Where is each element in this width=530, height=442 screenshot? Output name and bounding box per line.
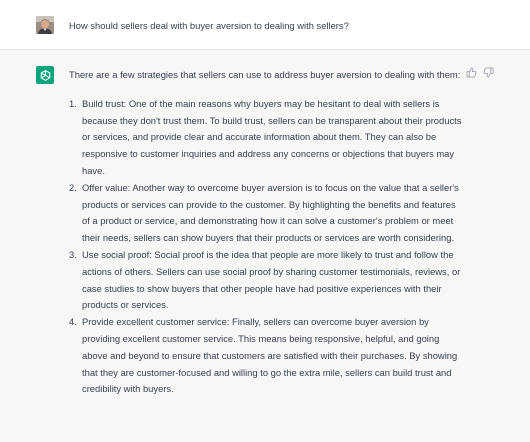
list-item-text: Build trust: One of the main reasons why… (82, 97, 462, 176)
strategy-list: 1. Build trust: One of the main reasons … (69, 96, 464, 398)
thumbs-down-icon[interactable] (483, 67, 494, 78)
list-item-number: 3. (69, 248, 77, 260)
list-item-text: Use social proof: Social proof is the id… (82, 248, 461, 311)
thumbs-up-icon[interactable] (466, 67, 477, 78)
list-item: 3. Use social proof: Social proof is the… (69, 247, 464, 314)
list-item-number: 2. (69, 181, 77, 193)
list-item-text: Provide excellent customer service: Fina… (82, 316, 458, 395)
list-item-text: Offer value: Another way to overcome buy… (82, 181, 459, 244)
list-item: 4. Provide excellent customer service: F… (69, 314, 464, 398)
assistant-message-row: There are a few strategies that sellers … (0, 50, 530, 442)
feedback-buttons (466, 67, 494, 78)
assistant-intro-text: There are a few strategies that sellers … (69, 69, 461, 80)
list-item: 2. Offer value: Another way to overcome … (69, 180, 464, 247)
user-avatar-photo (36, 16, 54, 34)
list-item-number: 1. (69, 97, 77, 109)
user-message-row: How should sellers deal with buyer avers… (0, 0, 530, 50)
assistant-avatar (36, 66, 54, 84)
assistant-message-content: There are a few strategies that sellers … (69, 67, 464, 398)
list-item-number: 4. (69, 316, 77, 328)
openai-logo-icon (40, 69, 50, 81)
list-item: 1. Build trust: One of the main reasons … (69, 96, 464, 180)
user-message-text: How should sellers deal with buyer avers… (69, 20, 349, 31)
user-avatar (36, 16, 54, 34)
